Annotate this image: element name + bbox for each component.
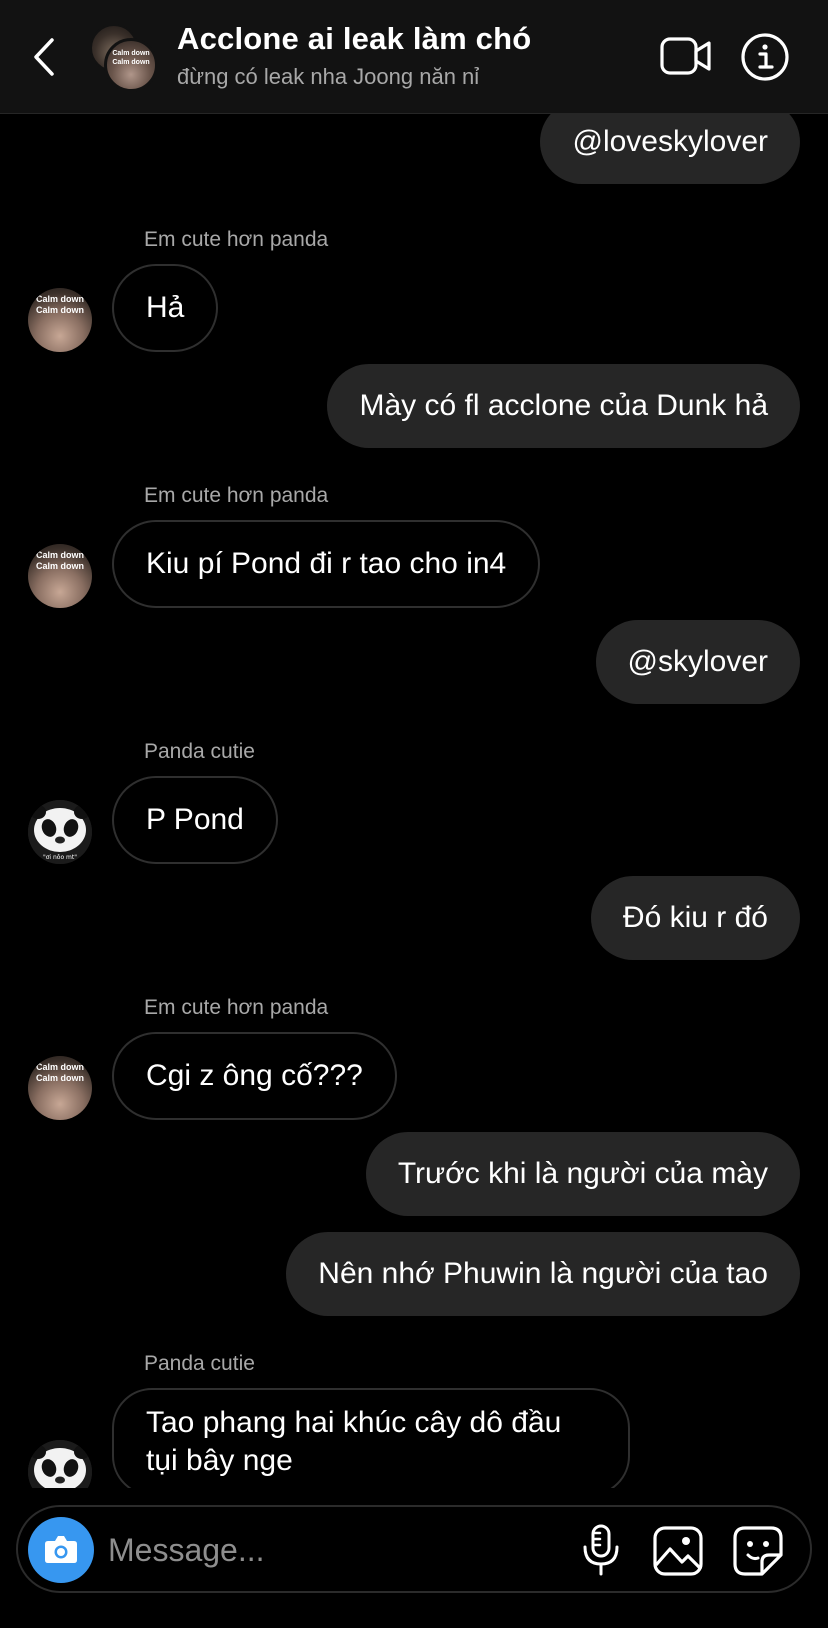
sticker-icon[interactable] [732,1525,784,1577]
info-icon[interactable] [740,32,790,82]
microphone-icon[interactable] [576,1523,626,1577]
avatar-caption-line: Calm down [35,305,84,315]
message-bubble-outgoing[interactable]: Nên nhớ Phuwin là người của tao [286,1232,800,1316]
panda-image [28,1440,92,1488]
sender-name: Em cute hơn panda [144,484,329,507]
avatar-panda[interactable] [28,1440,92,1488]
message-bubble-incoming[interactable]: Kiu pí Pond đi r tao cho in4 [112,520,541,608]
message-input[interactable] [108,1525,528,1575]
message-bubble-outgoing[interactable]: Đó kiu r đó [590,876,800,960]
message-bubble-incoming[interactable]: Cgi z ông cố??? [112,1032,397,1120]
avatar[interactable]: Calm down Calm down [28,288,92,352]
chat-title[interactable]: Acclone ai leak làm chó [177,21,531,57]
video-camera-icon[interactable] [660,36,712,76]
group-avatar-front: Calm down Calm down [104,38,158,92]
camera-icon [45,1536,77,1563]
sender-name: Em cute hơn panda [144,996,329,1019]
message-bubble-outgoing[interactable]: @skylover [595,620,800,704]
message-list[interactable]: @loveskylover Em cute hơn panda Calm dow… [0,114,828,1488]
avatar-caption-line: Calm down [35,1062,84,1072]
message-bubble-incoming[interactable]: Hả [112,264,219,352]
message-bubble-outgoing[interactable]: Trước khi là người của mày [365,1132,800,1216]
avatar[interactable]: Calm down Calm down [28,544,92,608]
avatar-panda[interactable]: "ơi nôo mt" [28,800,92,864]
camera-button[interactable] [28,1517,94,1583]
chevron-left-icon[interactable] [30,36,60,78]
sender-name: Panda cutie [144,1352,255,1375]
message-composer [16,1505,812,1593]
sender-name: Panda cutie [144,740,255,763]
chat-subtitle[interactable]: đừng có leak nha Joong năn nỉ [177,64,479,90]
panda-image: "ơi nôo mt" [28,800,92,864]
avatar-caption-line: Calm down [35,1073,84,1083]
message-bubble-incoming[interactable]: Tao phang hai khúc cây dô đầu tụi bây ng… [112,1388,630,1488]
message-bubble-incoming[interactable]: P Pond [112,776,278,864]
chat-header: Calm down Calm down Acclone ai leak làm … [0,0,828,114]
avatar-caption-line: Calm down [35,561,84,571]
image-icon[interactable] [652,1525,704,1577]
group-avatar[interactable]: Calm down Calm down [90,24,160,94]
sender-name: Em cute hơn panda [144,228,329,251]
avatar[interactable]: Calm down Calm down [28,1056,92,1120]
avatar-caption-line: Calm down [35,294,84,304]
avatar-caption-line: Calm down [112,59,150,66]
avatar-caption: "ơi nôo mt" [43,854,77,861]
avatar-caption-line: Calm down [112,50,150,57]
avatar-caption-line: Calm down [35,550,84,560]
message-bubble-outgoing[interactable]: Mày có fl acclone của Dunk hả [327,364,800,448]
message-bubble-outgoing[interactable]: @loveskylover [540,114,800,184]
